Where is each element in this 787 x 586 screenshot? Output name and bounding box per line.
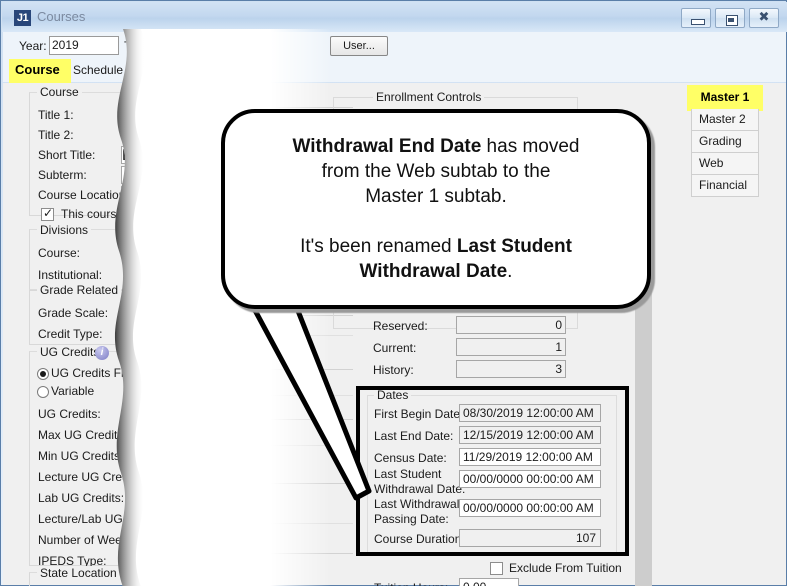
callout-line3: Master 1 subtab.	[365, 185, 507, 207]
short-title-label: Short Title:	[38, 148, 96, 162]
subtab-master-2[interactable]: Master 2	[691, 109, 759, 131]
year-label: Year:	[19, 39, 47, 53]
callout-line1-bold: Withdrawal End Date	[292, 135, 482, 157]
radio-variable-label: Variable	[51, 384, 95, 398]
window-controls: ✖	[681, 8, 779, 28]
exclude-from-tuition-label: Exclude From Tuition	[509, 561, 622, 575]
ug-credits-group-title: UG Credits	[37, 345, 103, 359]
callout-line6-bold: Withdrawal Date	[359, 261, 508, 283]
current-input[interactable]: 1	[456, 338, 566, 356]
this-course-is-checkbox[interactable]	[41, 206, 54, 221]
title-bar: J1 Courses ✖	[2, 2, 787, 32]
minimize-icon[interactable]	[681, 8, 711, 28]
radio-ug-credits-fixed[interactable]	[37, 368, 49, 380]
callout-line1-rest: has moved	[481, 135, 580, 157]
callout-line5-bold: Last Student	[456, 236, 572, 258]
application-window: J1 Courses ✖ Year: 2019 Te User... Cours…	[0, 0, 787, 586]
callout-line5-start: It's been renamed	[300, 236, 457, 258]
subtab-grading[interactable]: Grading	[691, 131, 759, 153]
maximize-icon[interactable]	[715, 8, 745, 28]
tuition-hours-input[interactable]: 0.00	[459, 578, 519, 586]
radio-variable[interactable]	[37, 386, 49, 398]
subtab-web[interactable]: Web	[691, 153, 759, 175]
callout-bubble: Withdrawal End Date has moved from the W…	[221, 109, 651, 309]
enrollment-controls-title: Enrollment Controls	[373, 90, 485, 104]
credit-type-label: Credit Type:	[38, 327, 103, 341]
division-course-label: Course:	[38, 246, 81, 260]
grade-scale-label: Grade Scale:	[38, 306, 109, 320]
divisions-group-title: Divisions	[37, 223, 92, 237]
user-button[interactable]: User...	[330, 36, 388, 56]
window-title: Courses	[37, 9, 86, 24]
subtab-financial[interactable]: Financial	[691, 175, 759, 197]
app-logo-icon: J1	[14, 10, 31, 26]
close-icon[interactable]: ✖	[749, 8, 779, 28]
callout-text: Withdrawal End Date has moved from the W…	[240, 134, 632, 284]
callout-line6-end: .	[507, 261, 513, 283]
callout-tail	[241, 286, 372, 501]
exclude-from-tuition-checkbox[interactable]	[490, 562, 503, 575]
tab-course[interactable]: Course	[15, 62, 60, 77]
course-group-title: Course	[37, 85, 82, 99]
division-institutional-label: Institutional:	[38, 268, 103, 282]
subterm-label: Subterm:	[38, 168, 87, 182]
history-input[interactable]: 3	[456, 360, 566, 378]
title1-label: Title 1:	[38, 108, 74, 122]
tuition-hours-label: Tuition Hours:	[374, 581, 448, 586]
ug-credits-label: UG Credits:	[38, 407, 101, 421]
callout-line2: from the Web subtab to the	[321, 160, 551, 182]
reserved-input[interactable]: 0	[456, 316, 566, 334]
title2-label: Title 2:	[38, 128, 74, 142]
subtab-master-1[interactable]: Master 1	[691, 87, 759, 109]
screenshot-root: J1 Courses ✖ Year: 2019 Te User... Cours…	[0, 0, 787, 586]
